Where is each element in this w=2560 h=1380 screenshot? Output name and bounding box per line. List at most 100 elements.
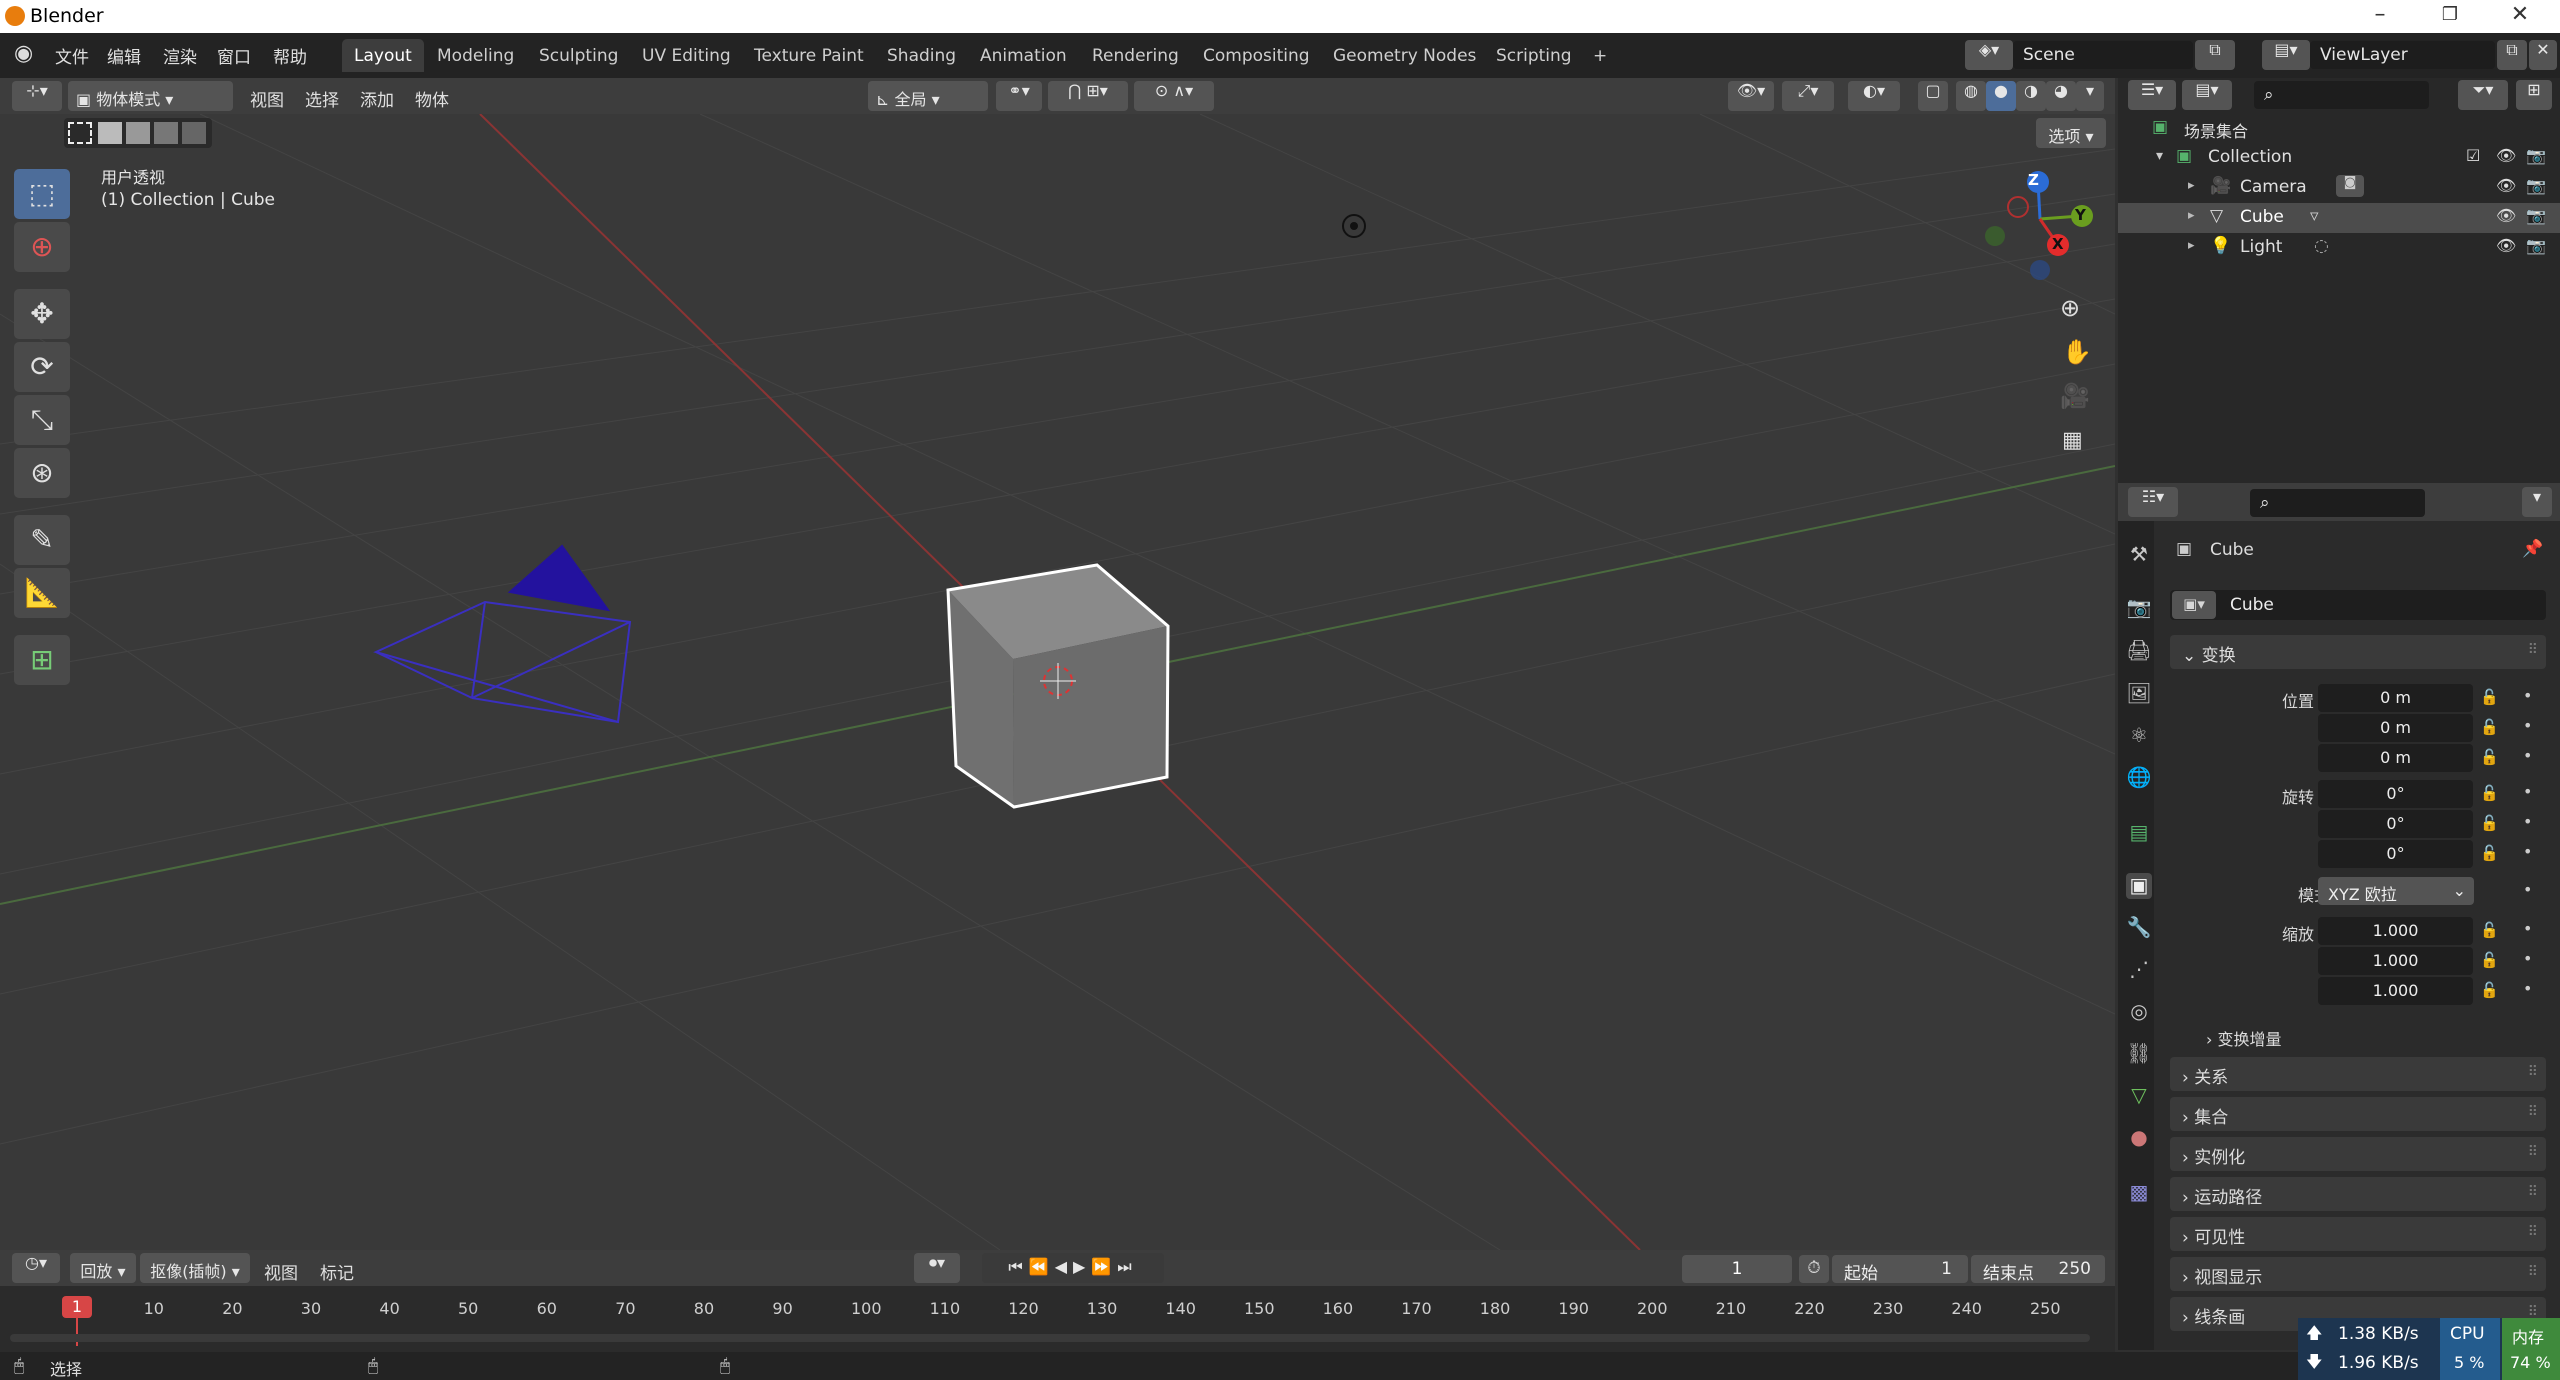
blender-menu-icon[interactable]: ◉ (14, 41, 33, 66)
tab-compositing[interactable]: Compositing (1191, 39, 1322, 72)
playhead-frame-indicator[interactable]: 1 (62, 1296, 92, 1318)
tab-sculpting[interactable]: Sculpting (527, 39, 630, 72)
scene-properties-icon[interactable]: ⚛ (2126, 723, 2152, 749)
tool-properties-icon[interactable]: ⚒ (2126, 542, 2152, 568)
display-mode-button[interactable]: ▤▾ (2182, 80, 2232, 110)
add-cube-tool[interactable]: ⊞ (14, 635, 70, 685)
current-frame-field[interactable]: 1 (1682, 1255, 1792, 1283)
keyframe-dot-icon[interactable]: • (2523, 880, 2532, 899)
data-properties-icon[interactable]: ▽ (2126, 1083, 2152, 1109)
particles-properties-icon[interactable]: ⋰ (2126, 957, 2152, 983)
viewlayer-selector-button[interactable]: ▤▾ (2262, 40, 2310, 70)
camera-render-icon[interactable]: 📷 (2526, 236, 2546, 255)
new-scene-button[interactable]: ⧉ (2195, 40, 2235, 70)
playback-dropdown[interactable]: 回放 ▾ (70, 1253, 136, 1283)
eye-icon[interactable]: 👁 (2496, 236, 2516, 255)
tab-modeling[interactable]: Modeling (425, 39, 526, 72)
keyframe-dot-icon[interactable]: • (2523, 842, 2532, 861)
light-data-icon[interactable]: ◌ (2314, 236, 2329, 256)
view-layer-properties-icon[interactable]: 🖼 (2126, 681, 2152, 707)
shading-wireframe-button[interactable]: ◍ (1956, 81, 1986, 111)
viewport-display-panel[interactable]: › 视图显示 ⠿ (2170, 1257, 2546, 1291)
transform-orientation-dropdown[interactable]: ⊾ 全局 ▾ (868, 81, 988, 111)
keyframe-dot-icon[interactable]: • (2523, 919, 2532, 938)
viewlayer-name-field[interactable]: ViewLayer (2310, 41, 2495, 69)
exclude-checkbox[interactable]: ☑ (2466, 146, 2480, 165)
move-tool[interactable]: ✥ (14, 289, 70, 339)
camera-render-icon[interactable]: 📷 (2526, 146, 2546, 165)
shading-material-button[interactable]: ◑ (2016, 81, 2046, 111)
properties-editor-type-button[interactable]: ☷▾ (2128, 487, 2178, 517)
properties-options-button[interactable]: ▾ (2522, 487, 2552, 517)
transform-tool[interactable]: ⊛ (14, 448, 70, 498)
maximize-button[interactable]: ❐ (2420, 4, 2480, 25)
keyframe-dot-icon[interactable]: • (2523, 949, 2532, 968)
outliner-search-input[interactable]: ⌕ (2254, 81, 2429, 109)
3d-viewport[interactable]: Z Y X ⊕ ✋ 🎥 ▦ 用户透视 (1) Collection | Cube… (0, 114, 2115, 1250)
timeline-editor-type-button[interactable]: ◷▾ (12, 1253, 60, 1283)
drag-handle-icon[interactable]: ⠿ (2528, 1224, 2538, 1240)
constraints-properties-icon[interactable]: ⛓ (2126, 1041, 2152, 1067)
camera-render-icon[interactable]: 📷 (2526, 206, 2546, 225)
scene-name-field[interactable]: Scene (2013, 41, 2193, 69)
keyframe-dot-icon[interactable]: • (2523, 979, 2532, 998)
xray-toggle-button[interactable]: ▢ (1918, 81, 1948, 111)
shading-solid-button[interactable]: ● (1986, 81, 2016, 111)
annotate-tool[interactable]: ✎ (14, 515, 70, 565)
expand-icon[interactable]: ▸ (2188, 178, 2195, 193)
jump-start-icon[interactable]: ⏮ (1008, 1257, 1028, 1276)
rotation-z-field[interactable]: 0° (2318, 840, 2473, 868)
jump-end-icon[interactable]: ⏭ (1117, 1257, 1137, 1276)
scene-selector-button[interactable]: ◈▾ (1965, 40, 2013, 70)
collection-label[interactable]: Collection (2208, 147, 2292, 167)
camera-render-icon[interactable]: 📷 (2526, 176, 2546, 195)
menu-edit[interactable]: 编辑 (107, 43, 141, 68)
outliner-item-light[interactable]: Light (2240, 237, 2282, 257)
close-button[interactable]: ✕ (2490, 2, 2550, 27)
options-dropdown[interactable]: 选项 ▾ (2036, 118, 2106, 148)
scale-tool[interactable]: ⤡ (14, 395, 70, 445)
location-y-field[interactable]: 0 m (2318, 714, 2473, 742)
delta-transform-subpanel[interactable]: › 变换增量 (2206, 1026, 2282, 1050)
properties-search-input[interactable]: ⌕ (2250, 489, 2425, 517)
rotation-x-field[interactable]: 0° (2318, 780, 2473, 808)
start-frame-field[interactable]: 起始 1 (1832, 1255, 1968, 1284)
editor-type-button[interactable]: ⊹▾ (12, 81, 62, 111)
scale-y-field[interactable]: 1.000 (2318, 947, 2473, 975)
motion-paths-panel[interactable]: › 运动路径 ⠿ (2170, 1177, 2546, 1211)
add-workspace-button[interactable]: + (1581, 39, 1619, 72)
gizmo-toggle-button[interactable]: ⤢▾ (1782, 81, 1834, 111)
auto-keying-button[interactable]: ⏺▾ (914, 1253, 960, 1283)
minimize-button[interactable]: – (2350, 2, 2410, 27)
pan-hand-icon[interactable]: ✋ (2062, 338, 2092, 366)
scene-collection-label[interactable]: 场景集合 (2184, 118, 2248, 142)
collection-properties-icon[interactable]: ▤ (2126, 820, 2152, 846)
expand-icon[interactable]: ▸ (2188, 208, 2195, 223)
keyframe-dot-icon[interactable]: • (2523, 686, 2532, 705)
drag-handle-icon[interactable]: ⠿ (2528, 642, 2538, 658)
lock-icon[interactable]: 🔓 (2480, 718, 2499, 736)
mode-dropdown[interactable]: ▣ 物体模式 ▾ (68, 81, 233, 111)
remove-viewlayer-button[interactable]: ✕ (2529, 40, 2557, 70)
visibility-button[interactable]: 👁▾ (1728, 81, 1774, 111)
select-invert-icon[interactable] (154, 122, 178, 144)
drag-handle-icon[interactable]: ⠿ (2528, 1144, 2538, 1160)
lock-icon[interactable]: 🔓 (2480, 921, 2499, 939)
shading-rendered-button[interactable]: ◕ (2046, 81, 2076, 111)
play-reverse-icon[interactable]: ◀ (1055, 1257, 1073, 1276)
timeline-scrollbar[interactable] (10, 1334, 2090, 1342)
keyframe-dot-icon[interactable]: • (2523, 716, 2532, 735)
lock-icon[interactable]: 🔓 (2480, 748, 2499, 766)
lock-icon[interactable]: 🔓 (2480, 814, 2499, 832)
preview-range-button[interactable]: ⏱ (1799, 1255, 1829, 1283)
drag-handle-icon[interactable]: ⠿ (2528, 1104, 2538, 1120)
outliner-item-camera[interactable]: Camera (2240, 177, 2307, 197)
overlays-button[interactable]: ◐▾ (1848, 81, 1900, 111)
relations-panel[interactable]: › 关系 ⠿ (2170, 1057, 2546, 1091)
physics-properties-icon[interactable]: ◎ (2126, 999, 2152, 1025)
collection-expand-icon[interactable]: ▾ (2156, 148, 2163, 164)
mesh-data-icon[interactable]: ▿ (2310, 206, 2319, 226)
select-box-tool[interactable]: ⬚ (14, 169, 70, 219)
timeline-menu-view[interactable]: 视图 (264, 1259, 298, 1284)
play-icon[interactable]: ▶ (1073, 1257, 1091, 1276)
